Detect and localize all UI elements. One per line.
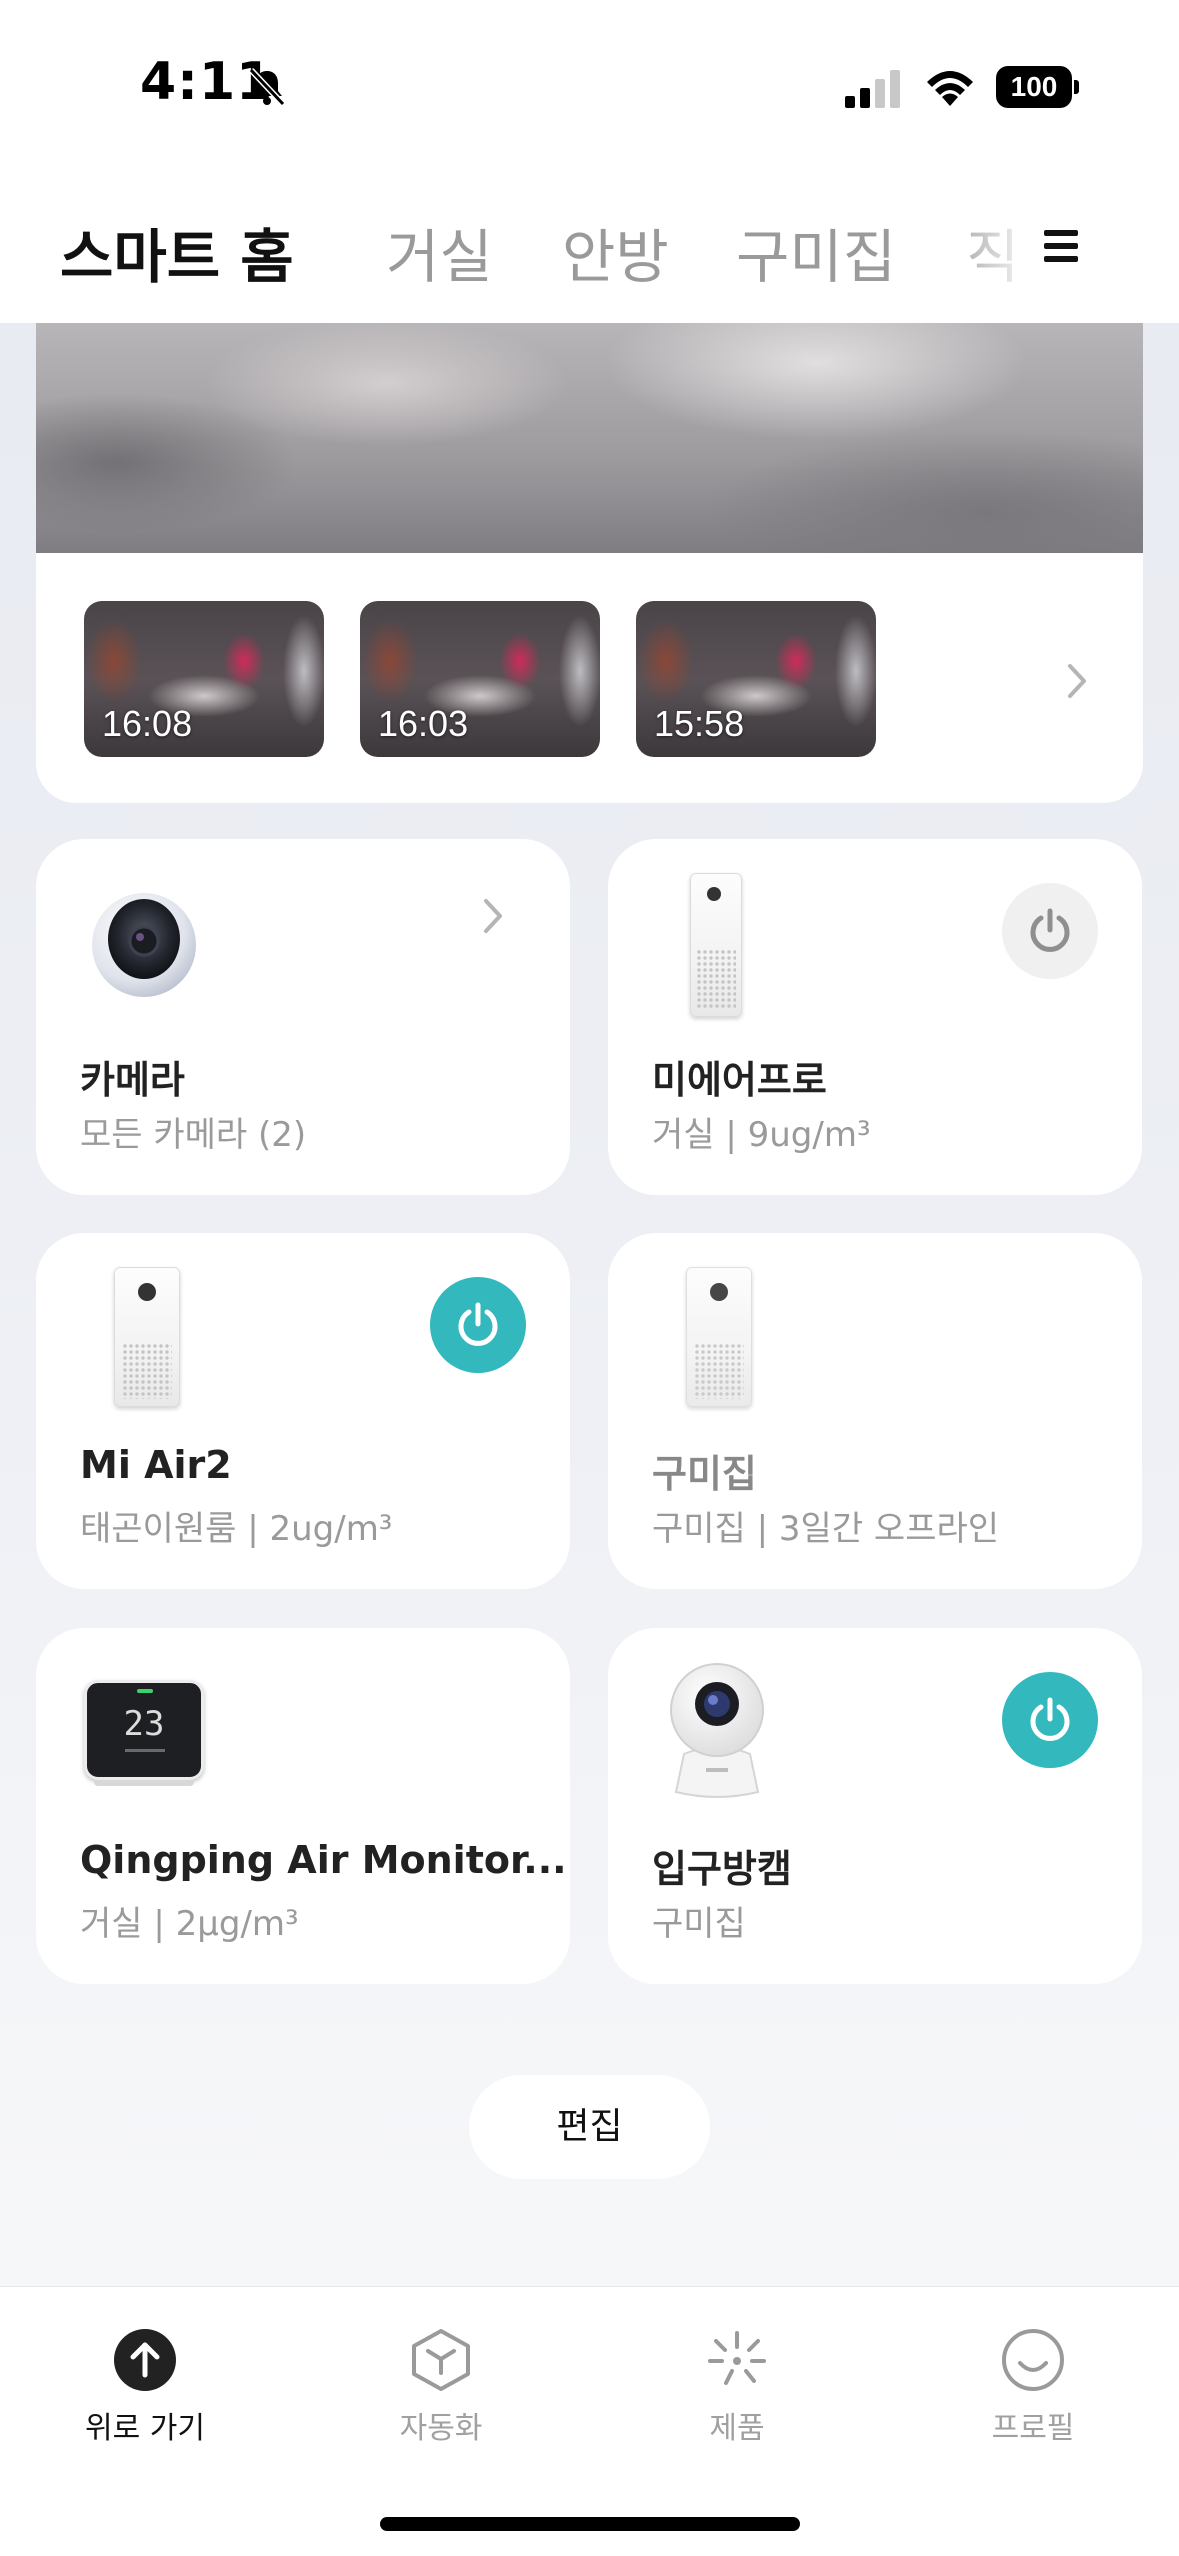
- device-card-mi-air2[interactable]: Mi Air2 태곤이원룸 | 2ug/m³: [36, 1233, 570, 1589]
- nav-item-automation[interactable]: 자동화: [341, 2327, 541, 2447]
- sparkle-icon: [708, 2331, 766, 2385]
- power-icon: [1030, 908, 1070, 952]
- tab-gumi-house[interactable]: 구미집: [736, 210, 896, 294]
- security-camera-icon: [670, 1663, 764, 1798]
- wifi-icon: [927, 71, 973, 106]
- status-bar: 4:11 100: [0, 0, 1179, 175]
- recording-thumbnail[interactable]: 15:58: [636, 601, 876, 757]
- power-button[interactable]: [430, 1277, 526, 1373]
- thumbnail-time: 16:08: [102, 703, 193, 744]
- tab-master-bedroom[interactable]: 안방: [562, 210, 669, 294]
- device-card-gumi-house[interactable]: 구미집 구미집 | 3일간 오프라인: [608, 1233, 1142, 1589]
- device-status: 거실 | 9ug/m³: [652, 1115, 871, 1155]
- bell-muted-icon: [248, 67, 286, 107]
- device-status: 구미집: [652, 1904, 746, 1944]
- nav-label: 위로 가기: [85, 2411, 205, 2446]
- device-name: Qingping Air Monitor...: [80, 1838, 567, 1882]
- device-card-entrance-cam[interactable]: 입구방캠 구미집: [608, 1628, 1142, 1984]
- nav-label: 자동화: [399, 2411, 483, 2446]
- device-status: 태곤이원룸 | 2ug/m³: [80, 1509, 393, 1549]
- room-tab-bar: 스마트 홈 거실 안방 구미집 직: [0, 175, 1179, 323]
- monitor-reading: 23: [123, 1704, 165, 1744]
- device-name: 카메라: [80, 1058, 185, 1102]
- nav-label: 제품: [709, 2411, 765, 2446]
- air-monitor-icon: 23: [84, 1680, 204, 1788]
- device-name: 입구방캠: [652, 1847, 792, 1891]
- edit-button[interactable]: 편집: [469, 2075, 710, 2179]
- device-card-camera[interactable]: 카메라 모든 카메라 (2): [36, 839, 570, 1195]
- camera-feed-card: 16:08 16:03 15:58: [36, 323, 1143, 803]
- nav-item-products[interactable]: 제품: [637, 2327, 837, 2447]
- air-purifier-icon: [690, 873, 742, 1017]
- power-button[interactable]: [1002, 1672, 1098, 1768]
- nav-item-back-to-top[interactable]: 위로 가기: [45, 2327, 245, 2447]
- signal-icon: [845, 70, 900, 108]
- device-status: 거실 | 2μg/m³: [80, 1904, 299, 1944]
- device-name: Mi Air2: [80, 1443, 232, 1487]
- battery-indicator: 100: [996, 66, 1080, 108]
- arrow-up-icon: [114, 2329, 176, 2391]
- air-purifier-icon: [686, 1267, 752, 1407]
- smile-icon: [1002, 2329, 1064, 2391]
- recording-thumbnail[interactable]: 16:08: [84, 601, 324, 757]
- tab-smart-home[interactable]: 스마트 홈: [60, 210, 294, 294]
- thumbnail-time: 15:58: [654, 703, 745, 744]
- device-status: 구미집 | 3일간 오프라인: [652, 1509, 1000, 1549]
- nav-item-profile[interactable]: 프로필: [933, 2327, 1133, 2447]
- chevron-right-icon[interactable]: [478, 895, 508, 937]
- device-name: 미에어프로: [652, 1058, 827, 1102]
- chevron-right-icon[interactable]: [1062, 660, 1092, 702]
- power-icon: [1030, 1697, 1070, 1741]
- power-icon: [458, 1302, 498, 1346]
- tab-living-room[interactable]: 거실: [386, 210, 493, 294]
- bottom-nav: 위로 가기 자동화 제품 프로필: [0, 2286, 1179, 2556]
- camera-live-feed[interactable]: [36, 323, 1143, 553]
- menu-icon[interactable]: [1044, 230, 1078, 264]
- device-name: 구미집: [652, 1452, 757, 1496]
- device-card-mi-air-pro[interactable]: 미에어프로 거실 | 9ug/m³: [608, 839, 1142, 1195]
- thumbnail-time: 16:03: [378, 703, 469, 744]
- recording-thumbnail[interactable]: 16:03: [360, 601, 600, 757]
- device-status: 모든 카메라 (2): [80, 1115, 307, 1155]
- battery-level: 100: [996, 66, 1072, 108]
- device-card-qingping-monitor[interactable]: 23 Qingping Air Monitor... 거실 | 2μg/m³: [36, 1628, 570, 1984]
- air-purifier-icon: [114, 1267, 180, 1407]
- power-button[interactable]: [1002, 883, 1098, 979]
- camera-icon: [92, 893, 196, 997]
- home-indicator[interactable]: [380, 2517, 800, 2531]
- cube-icon: [412, 2329, 470, 2391]
- nav-label: 프로필: [991, 2411, 1075, 2446]
